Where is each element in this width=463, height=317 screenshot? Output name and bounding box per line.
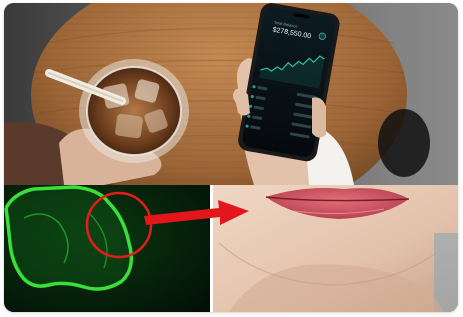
thumbnail-collage[interactable]: Total Balance $278,550.00 [4, 3, 458, 312]
image-divider [210, 185, 213, 312]
face-closeup-image [212, 185, 458, 312]
collage-image: Total Balance $278,550.00 [4, 3, 458, 312]
dark-object [378, 109, 430, 177]
green-scan-image [4, 185, 212, 312]
